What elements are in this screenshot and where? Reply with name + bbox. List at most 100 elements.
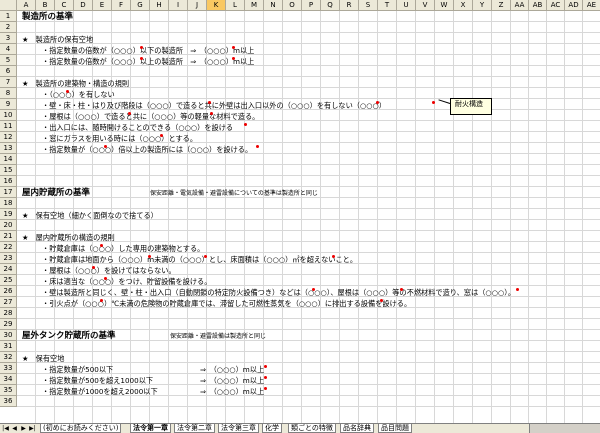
row-header-29[interactable]: 29 xyxy=(0,319,17,330)
row-header-30[interactable]: 30 xyxy=(0,330,17,341)
sheet-tab[interactable]: 化学 xyxy=(262,424,282,433)
sheet-tab[interactable]: 法令第三章 xyxy=(218,424,259,433)
comment-indicator[interactable] xyxy=(244,123,247,126)
comment-indicator[interactable] xyxy=(264,387,267,390)
row-header-33[interactable]: 33 xyxy=(0,363,17,374)
cell-a33[interactable]: ★ 保有空地 xyxy=(22,353,64,364)
comment-indicator[interactable] xyxy=(66,90,69,93)
comment-indicator[interactable] xyxy=(312,288,315,291)
column-header-f[interactable]: F xyxy=(112,0,131,11)
cell-a1-heading[interactable]: 製造所の基準 xyxy=(22,12,73,23)
row-header-35[interactable]: 35 xyxy=(0,385,17,396)
comment-indicator[interactable] xyxy=(264,365,267,368)
horizontal-scrollbar[interactable] xyxy=(529,424,600,433)
column-header-aa[interactable]: AA xyxy=(511,0,529,11)
cell-a21[interactable]: ★ 屋内貯蔵所の構造の規則 xyxy=(22,232,115,243)
cell-c34[interactable]: ・指定数量が500以下 xyxy=(42,364,113,375)
row-header-31[interactable]: 31 xyxy=(0,341,17,352)
column-header-m[interactable]: M xyxy=(245,0,264,11)
column-header-o[interactable]: O xyxy=(283,0,302,11)
last-sheet-button[interactable]: ▶| xyxy=(28,424,37,433)
row-header-25[interactable]: 25 xyxy=(0,275,17,286)
comment-indicator[interactable] xyxy=(516,288,519,291)
cell-a7[interactable]: ★ 製造所の建築物・構造の規則 xyxy=(22,78,129,89)
cell-comment-popup[interactable]: 耐火構造 xyxy=(450,98,492,115)
row-header-12[interactable]: 12 xyxy=(0,132,17,143)
cell-c12[interactable]: ・窓にガラスを用いる時には（○○○）とする。 xyxy=(42,133,197,144)
cell-c22[interactable]: ・貯蔵倉庫は（○○○）した専用の建築物とする。 xyxy=(42,243,204,254)
cell-a3[interactable]: ★ 製造所の保有空地 xyxy=(22,34,93,45)
column-header-w[interactable]: W xyxy=(435,0,454,11)
column-header-q[interactable]: Q xyxy=(321,0,340,11)
column-header-c[interactable]: C xyxy=(55,0,74,11)
comment-indicator[interactable] xyxy=(256,145,259,148)
row-header-34[interactable]: 34 xyxy=(0,374,17,385)
sheet-tab[interactable]: 品目問題 xyxy=(378,424,412,433)
column-header-b[interactable]: B xyxy=(36,0,55,11)
row-header-18[interactable]: 18 xyxy=(0,198,17,209)
column-header-y[interactable]: Y xyxy=(473,0,492,11)
cell-c11[interactable]: ・出入口には、随時開けることのできる（○○○）を設ける xyxy=(42,122,233,133)
cell-a17-heading[interactable]: 屋内貯蔵所の基準 xyxy=(22,188,90,199)
row-header-14[interactable]: 14 xyxy=(0,154,17,165)
row-header-28[interactable]: 28 xyxy=(0,308,17,319)
comment-indicator[interactable] xyxy=(376,101,379,104)
cell-c25[interactable]: ・床は適当な（○○○）をつけ、貯留設備を設ける。 xyxy=(42,276,211,287)
cell-c27[interactable]: ・引火点が（○○○）℃未満の危険物の貯蔵倉庫では、滞留した可燃性蒸気を（○○○）… xyxy=(42,298,411,309)
cell-a30-heading[interactable]: 屋外タンク貯蔵所の基準 xyxy=(22,331,116,342)
cell-c24[interactable]: ・屋根は（○○○）を設けてはならない。 xyxy=(42,265,176,276)
comment-indicator[interactable] xyxy=(100,244,103,247)
row-header-19[interactable]: 19 xyxy=(0,209,17,220)
sheet-tab[interactable]: (初めにお読みください) xyxy=(40,424,122,433)
column-header-t[interactable]: T xyxy=(378,0,397,11)
column-header-d[interactable]: D xyxy=(74,0,93,11)
column-header-v[interactable]: V xyxy=(416,0,435,11)
sheet-tab[interactable]: 類ごとの特徴 xyxy=(288,424,336,433)
cell-c5[interactable]: ・指定数量の倍数が（○○○）以上の製造所 ⇒ （○○○）m以上 xyxy=(42,56,254,67)
column-header-z[interactable]: Z xyxy=(492,0,511,11)
column-header-g[interactable]: G xyxy=(131,0,150,11)
comment-indicator[interactable] xyxy=(208,101,211,104)
column-header-h[interactable]: H xyxy=(150,0,169,11)
row-header-10[interactable]: 10 xyxy=(0,110,17,121)
row-header-36[interactable]: 36 xyxy=(0,396,17,407)
column-header-x[interactable]: X xyxy=(454,0,473,11)
comment-indicator[interactable] xyxy=(148,255,151,258)
select-all-corner[interactable] xyxy=(0,0,17,11)
cell-c26[interactable]: ・壁は製造所と同じく、壁・柱・出入口（自動閉鎖の特定防火設備つき）などは（○○○… xyxy=(42,287,515,298)
column-header-u[interactable]: U xyxy=(397,0,416,11)
row-header-24[interactable]: 24 xyxy=(0,264,17,275)
row-header-7[interactable]: 7 xyxy=(0,77,17,88)
comment-indicator[interactable] xyxy=(140,57,143,60)
comment-indicator[interactable] xyxy=(232,46,235,49)
comment-indicator[interactable] xyxy=(92,266,95,269)
cell-m34[interactable]: ⇒ （○○○）m以上 xyxy=(200,364,264,375)
comment-indicator[interactable] xyxy=(104,277,107,280)
row-header-2[interactable]: 2 xyxy=(0,22,17,33)
row-header-5[interactable]: 5 xyxy=(0,55,17,66)
column-header-a[interactable]: A xyxy=(17,0,36,11)
row-header-23[interactable]: 23 xyxy=(0,253,17,264)
row-header-16[interactable]: 16 xyxy=(0,176,17,187)
sheet-tab[interactable]: 品名辞典 xyxy=(340,424,374,433)
cell-c36[interactable]: ・指定数量が1000を超え2000以下 xyxy=(42,386,158,397)
comment-indicator[interactable] xyxy=(332,255,335,258)
column-header-ac[interactable]: AC xyxy=(547,0,565,11)
column-header-i[interactable]: I xyxy=(169,0,188,11)
comment-indicator[interactable] xyxy=(432,101,435,104)
column-header-ad[interactable]: AD xyxy=(565,0,583,11)
row-header-32[interactable]: 32 xyxy=(0,352,17,363)
comment-indicator[interactable] xyxy=(140,46,143,49)
row-header-6[interactable]: 6 xyxy=(0,66,17,77)
row-header-11[interactable]: 11 xyxy=(0,121,17,132)
cell-c23[interactable]: ・貯蔵倉庫は地面から（○○○）m未満の（○○○）とし、床面積は（○○○）㎡を超え… xyxy=(42,254,357,265)
sheet-tab[interactable]: 法令第二章 xyxy=(174,424,215,433)
worksheet-grid[interactable]: A B C D E F G H I J K L M N O P Q R S T U V W X Y Z AA AB AC AD AE 123… xyxy=(0,0,600,423)
cell-c13[interactable]: ・指定数量が（○○○）倍以上の製造所には（○○○）を設ける。 xyxy=(42,144,252,155)
first-sheet-button[interactable]: |◀ xyxy=(1,424,10,433)
comment-indicator[interactable] xyxy=(210,112,213,115)
comment-indicator[interactable] xyxy=(380,299,383,302)
comment-indicator[interactable] xyxy=(264,376,267,379)
comment-indicator[interactable] xyxy=(400,288,403,291)
cell-a19[interactable]: ★ 保有空地（細かく面倒なので捨てる） xyxy=(22,210,158,221)
